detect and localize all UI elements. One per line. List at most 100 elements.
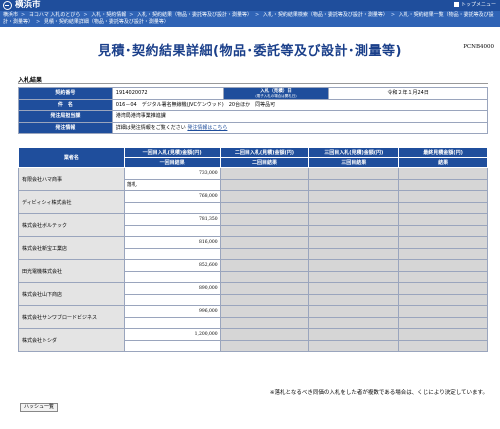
top-bar: 横浜市 トップメニュー bbox=[0, 0, 500, 11]
round3-result bbox=[308, 339, 400, 352]
table-row: 株式会社サンワブロードビジネス 996,000 bbox=[18, 305, 488, 329]
round2-result bbox=[219, 293, 310, 306]
round1-amount: 852,600 bbox=[123, 259, 221, 272]
round1-amount: 1,200,000 bbox=[123, 328, 221, 341]
section-divider bbox=[18, 83, 488, 84]
breadcrumb-item[interactable]: 入札・契約情報 bbox=[91, 12, 126, 18]
round3-amount bbox=[308, 328, 400, 341]
hash-list-button[interactable]: ハッシュ一覧 bbox=[20, 403, 59, 412]
company-name: 株式会社サンワブロードビジネス bbox=[18, 305, 125, 329]
final-result-header: 結果 bbox=[398, 157, 488, 168]
round2-amount bbox=[219, 259, 310, 272]
round3-result bbox=[308, 178, 400, 191]
round1-result bbox=[123, 224, 221, 237]
table-row: 田光電機株式会社 852,600 bbox=[18, 259, 488, 283]
city-logo-icon[interactable] bbox=[3, 1, 12, 10]
final-amount bbox=[398, 282, 488, 295]
round2-amount bbox=[219, 190, 310, 203]
round3-amount bbox=[308, 305, 400, 318]
final-result bbox=[398, 339, 488, 352]
final-result bbox=[398, 293, 488, 306]
breadcrumb-item[interactable]: 入札・契約結果検索（物品・委託等及び設計・測量等） bbox=[263, 12, 388, 18]
round2-result bbox=[219, 247, 310, 260]
company-name: 株式会社トシダ bbox=[18, 328, 125, 352]
table-row: 株式会社ボルテック 781,350 bbox=[18, 213, 488, 237]
final-amount bbox=[398, 328, 488, 341]
round2-result bbox=[219, 339, 310, 352]
round3-amount bbox=[308, 190, 400, 203]
final-amount bbox=[398, 213, 488, 226]
round2-result bbox=[219, 201, 310, 214]
round3-result bbox=[308, 224, 400, 237]
city-logo-text[interactable]: 横浜市 bbox=[15, 0, 41, 11]
round3-result bbox=[308, 201, 400, 214]
round3-result-header: 三回目結果 bbox=[308, 157, 400, 168]
department-label: 発注局担当課 bbox=[18, 110, 113, 123]
round3-result bbox=[308, 293, 400, 306]
bid-info-table: 契約番号 1914020072 入札（見積）日 (電子入札の場合は開札日) 令和２… bbox=[18, 87, 489, 134]
final-amount bbox=[398, 236, 488, 249]
round1-amount: 781,350 bbox=[123, 213, 221, 226]
round2-result bbox=[219, 270, 310, 283]
round3-amount bbox=[308, 213, 400, 226]
bid-date-sublabel: (電子入札の場合は開札日) bbox=[255, 93, 297, 98]
bid-date-value: 令和２年１月24日 bbox=[328, 87, 488, 100]
round1-result bbox=[123, 247, 221, 260]
company-name: ディビィシィ株式会社 bbox=[18, 190, 125, 214]
top-menu-label: トップメニュー bbox=[460, 2, 496, 8]
final-amount bbox=[398, 305, 488, 318]
top-menu-link[interactable]: トップメニュー bbox=[453, 2, 496, 9]
table-row: 有限会社ハマ商事 733,000 bbox=[18, 167, 488, 191]
round3-column-header: 三回目入札(見積)金額(円) bbox=[308, 147, 400, 158]
round1-result bbox=[123, 293, 221, 306]
final-result bbox=[398, 316, 488, 329]
home-icon bbox=[453, 2, 459, 7]
round3-amount bbox=[308, 236, 400, 249]
round3-amount bbox=[308, 167, 400, 180]
round2-result bbox=[219, 178, 310, 191]
round3-amount bbox=[308, 259, 400, 272]
round2-amount bbox=[219, 328, 310, 341]
round2-amount bbox=[219, 167, 310, 180]
round2-result-header: 二回目結果 bbox=[219, 157, 310, 168]
bid-result-table: 業者名 一回目入札(見積)金額(円) 二回目入札(見積)金額(円) 三回目入札(… bbox=[18, 147, 488, 352]
page-title: 見積･契約結果詳細(物品･委託等及び設計･測量等) bbox=[98, 44, 402, 59]
final-amount bbox=[398, 190, 488, 203]
department-value: 港湾局港湾事業推進課 bbox=[111, 110, 489, 123]
breadcrumb: 横浜市 > ヨコハマ 入札のとびら > 入札・契約情報 > 入札・契約結果（物品・委託… bbox=[0, 11, 500, 27]
round2-amount bbox=[219, 213, 310, 226]
table-row: 株式会社新宝工業店 816,000 bbox=[18, 236, 488, 260]
breadcrumb-item[interactable]: ヨコハマ 入札のとびら bbox=[29, 12, 81, 18]
breadcrumb-current: 見積・契約結果詳細（物品・委託等及び設計・測量等） bbox=[43, 19, 169, 25]
order-info-text: 詳細は発注情報をご覧ください bbox=[115, 124, 186, 131]
final-result bbox=[398, 270, 488, 283]
round1-result bbox=[123, 339, 221, 352]
round1-amount: 890,000 bbox=[123, 282, 221, 295]
tie-note: ※落札となるべき同価の入札をした者が複数である場合は、くじにより決定しています。 bbox=[269, 390, 488, 396]
round3-result bbox=[308, 316, 400, 329]
contract-no-value: 1914020072 bbox=[111, 87, 224, 100]
company-name: 有限会社ハマ商事 bbox=[18, 167, 125, 191]
order-info-label: 発注情報 bbox=[18, 121, 113, 134]
round3-amount bbox=[308, 282, 400, 295]
final-result bbox=[398, 178, 488, 191]
subject-label: 件 名 bbox=[18, 98, 113, 111]
round2-column-header: 二回目入札(見積)金額(円) bbox=[219, 147, 310, 158]
breadcrumb-item[interactable]: 横浜市 bbox=[3, 12, 18, 18]
round1-amount: 996,000 bbox=[123, 305, 221, 318]
contract-no-label: 契約番号 bbox=[18, 87, 113, 100]
company-name: 株式会社山下商店 bbox=[18, 282, 125, 306]
round1-result bbox=[123, 316, 221, 329]
final-amount bbox=[398, 259, 488, 272]
company-column-header: 業者名 bbox=[18, 147, 125, 168]
final-result bbox=[398, 224, 488, 237]
company-name: 株式会社新宝工業店 bbox=[18, 236, 125, 260]
round3-result bbox=[308, 247, 400, 260]
subject-value: 016－04 デジタル署名無線機(JVCケンウッド) 20台ほか 同等品可 bbox=[111, 98, 489, 111]
round2-result bbox=[219, 224, 310, 237]
final-column-header: 最終見積金額(円) bbox=[398, 147, 488, 158]
breadcrumb-item[interactable]: 入札・契約結果（物品・委託等及び設計・測量等） bbox=[137, 12, 252, 18]
bid-date-label: 入札（見積）日 (電子入札の場合は開札日) bbox=[222, 87, 330, 100]
order-info-link[interactable]: 発注情報はこちら bbox=[187, 125, 227, 131]
round1-amount: 733,000 bbox=[123, 167, 221, 180]
